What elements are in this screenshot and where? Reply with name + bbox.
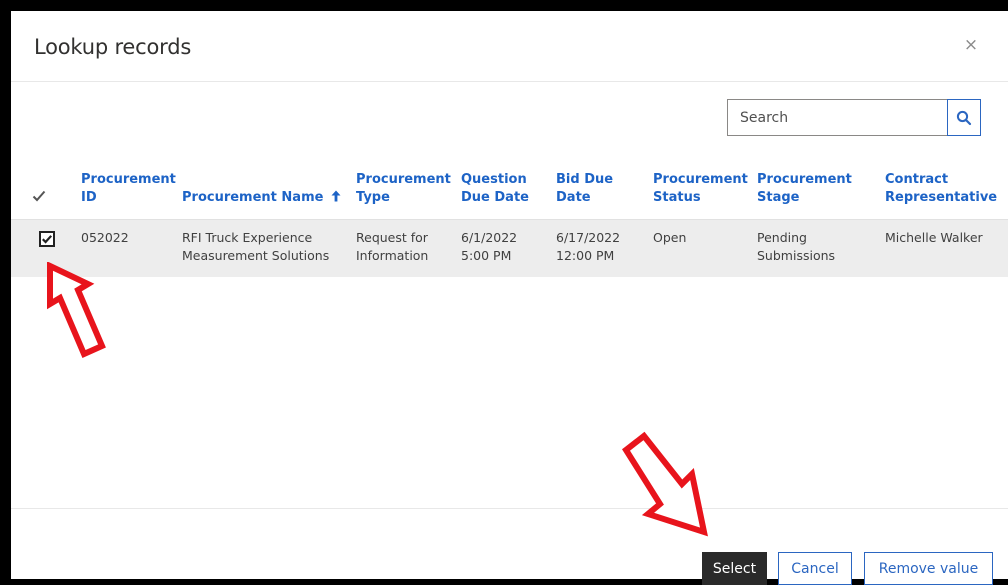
column-header-line: Due Date bbox=[461, 190, 529, 205]
column-header-line: ID bbox=[81, 190, 97, 205]
dialog-footer: Select Cancel Remove value bbox=[11, 508, 1008, 585]
arrow-up-icon bbox=[331, 190, 341, 202]
column-header-procurement-status[interactable]: Procurement Status bbox=[653, 171, 748, 207]
column-header-procurement-name[interactable]: Procurement Name bbox=[182, 189, 341, 207]
column-header-line: Question bbox=[461, 172, 527, 187]
column-header-line: Date bbox=[556, 190, 591, 205]
screenshot-frame: Lookup records × Procurement ID Procurem… bbox=[0, 0, 1008, 585]
cell-line: Measurement Solutions bbox=[182, 248, 330, 263]
cell-procurement-stage: Pending Submissions bbox=[757, 229, 835, 265]
cell-question-due-date: 6/1/2022 5:00 PM bbox=[461, 229, 517, 265]
column-header-line: Type bbox=[356, 190, 390, 205]
cell-line: Pending bbox=[757, 230, 807, 245]
table-header: Procurement ID Procurement Name Procurem… bbox=[11, 163, 1008, 220]
remove-value-button[interactable]: Remove value bbox=[864, 552, 993, 585]
column-header-line: Procurement bbox=[653, 172, 748, 187]
column-header-procurement-type[interactable]: Procurement Type bbox=[356, 171, 451, 207]
column-header-bid-due-date[interactable]: Bid Due Date bbox=[556, 171, 613, 207]
cell-line: 12:00 PM bbox=[556, 248, 615, 263]
cell-line: 5:00 PM bbox=[461, 248, 512, 263]
cell-procurement-id[interactable]: 052022 bbox=[81, 229, 129, 247]
cell-line: 6/17/2022 bbox=[556, 230, 621, 245]
column-header-line: Status bbox=[653, 190, 701, 205]
row-select-checkbox[interactable] bbox=[39, 231, 55, 247]
cell-line: Submissions bbox=[757, 248, 836, 263]
cell-line: Information bbox=[356, 248, 429, 263]
cell-line: RFI Truck Experience bbox=[182, 230, 313, 245]
search-icon bbox=[956, 110, 972, 125]
dialog-title: Lookup records bbox=[34, 35, 192, 59]
column-header-line: Procurement bbox=[356, 172, 451, 187]
column-header-line: Procurement Name bbox=[182, 190, 324, 205]
close-button[interactable]: × bbox=[959, 33, 983, 57]
cancel-button[interactable]: Cancel bbox=[778, 552, 852, 585]
column-header-line: Bid Due bbox=[556, 172, 614, 187]
cell-procurement-type: Request for Information bbox=[356, 229, 428, 265]
search-box bbox=[727, 99, 981, 136]
cell-line: 6/1/2022 bbox=[461, 230, 518, 245]
cell-bid-due-date: 6/17/2022 12:00 PM bbox=[556, 229, 620, 265]
table-row[interactable]: 052022 RFI Truck Experience Measurement … bbox=[11, 220, 1008, 277]
search-button[interactable] bbox=[947, 99, 981, 136]
annotation-arrow-up-icon bbox=[47, 262, 106, 358]
cell-procurement-name[interactable]: RFI Truck Experience Measurement Solutio… bbox=[182, 229, 329, 265]
column-header-contract-representative[interactable]: Contract Representative bbox=[885, 171, 997, 207]
column-header-line: Representative bbox=[885, 190, 998, 205]
lookup-records-dialog: Lookup records × Procurement ID Procurem… bbox=[11, 11, 1008, 585]
column-header-question-due-date[interactable]: Question Due Date bbox=[461, 171, 529, 207]
column-header-procurement-id[interactable]: Procurement ID bbox=[81, 171, 176, 207]
checkmark-icon[interactable] bbox=[32, 189, 46, 203]
checkmark-icon bbox=[42, 235, 53, 244]
annotation-arrow-down-icon bbox=[622, 431, 708, 537]
column-header-line: Stage bbox=[757, 190, 800, 205]
column-header-line: Contract bbox=[885, 172, 949, 187]
column-header-line: Procurement bbox=[81, 172, 176, 187]
column-header-procurement-stage[interactable]: Procurement Stage bbox=[757, 171, 852, 207]
cell-procurement-status: Open bbox=[653, 230, 687, 245]
search-input[interactable] bbox=[727, 99, 947, 136]
column-header-line: Procurement bbox=[757, 172, 852, 187]
dialog-header: Lookup records × bbox=[11, 11, 1008, 82]
select-button[interactable]: Select bbox=[702, 552, 767, 585]
cell-contract-representative: Michelle Walker bbox=[885, 230, 983, 245]
cell-line: Request for bbox=[356, 230, 428, 245]
